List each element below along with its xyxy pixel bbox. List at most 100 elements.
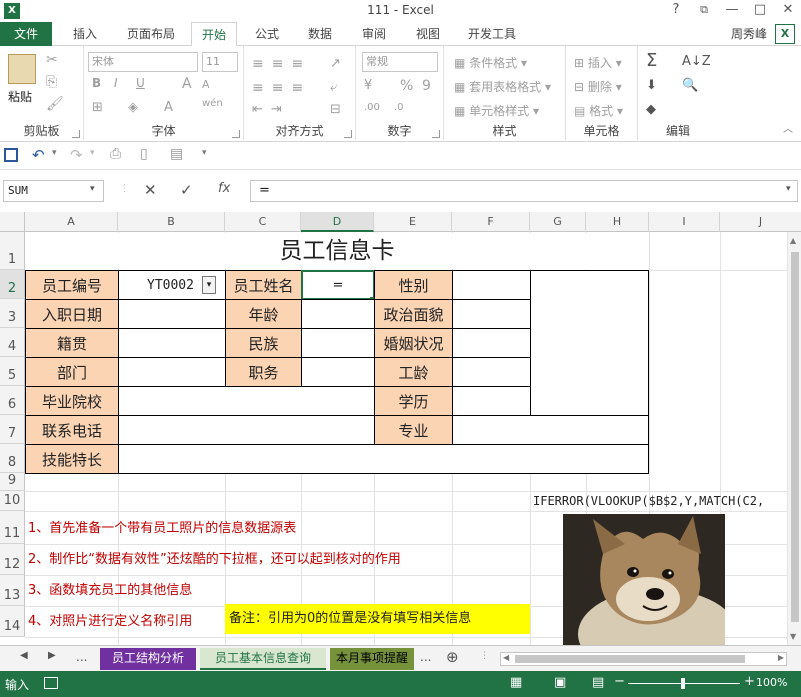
save-icon[interactable] <box>4 148 18 162</box>
font-color-icon[interactable]: A <box>164 100 173 115</box>
font-name-combo[interactable]: 宋体 <box>88 52 198 72</box>
sheet-tab-reminder[interactable]: 本月事项提醒 <box>330 648 414 670</box>
italic-button[interactable]: I <box>114 76 118 90</box>
department-value[interactable] <box>118 357 226 387</box>
sheets-right-ellipsis[interactable]: ... <box>420 650 431 664</box>
format-painter-icon[interactable]: 🖌 <box>46 96 64 112</box>
marital-status-value[interactable] <box>452 328 531 358</box>
column-header[interactable]: F <box>452 212 530 232</box>
tab-formulas[interactable]: 公式 <box>245 22 289 46</box>
wrap-text-icon[interactable]: ⤶ <box>330 80 337 95</box>
column-header[interactable]: G <box>530 212 586 232</box>
macro-record-icon[interactable] <box>44 677 58 689</box>
photo-cell[interactable] <box>530 270 649 416</box>
row-header[interactable]: 6 <box>0 386 25 415</box>
label-native-place[interactable]: 籍贯 <box>25 328 119 358</box>
remark-cell[interactable]: 备注：引用为0的位置是没有填写相关信息 <box>225 604 530 634</box>
tab-home[interactable]: 开始 <box>191 22 237 47</box>
political-status-value[interactable] <box>452 299 531 329</box>
underline-button[interactable]: U <box>136 76 145 90</box>
next-sheet-icon[interactable]: ▶ <box>48 650 56 661</box>
expand-formula-icon[interactable]: ▾ <box>786 184 791 194</box>
column-header[interactable]: B <box>118 212 225 232</box>
note-4[interactable]: 4、对照片进行定义名称引用 <box>28 610 192 629</box>
tab-insert[interactable]: 插入 <box>60 22 110 46</box>
column-header-selected[interactable]: D <box>301 212 374 232</box>
gender-value[interactable] <box>452 270 531 300</box>
redo-dropdown-icon[interactable]: ▾ <box>90 148 95 158</box>
font-size-combo[interactable]: 11 <box>202 52 238 72</box>
note-3[interactable]: 3、函数填充员工的其他信息 <box>28 579 192 598</box>
customize-qat-icon[interactable]: ▾ <box>202 148 207 158</box>
autosum-button[interactable]: Σ <box>646 50 657 71</box>
currency-icon[interactable]: ¥ <box>364 78 372 93</box>
school-value[interactable] <box>118 386 375 416</box>
redo-icon[interactable]: ↷ <box>70 146 83 164</box>
row-header[interactable]: 14 <box>0 606 25 637</box>
number-launcher-icon[interactable] <box>432 130 440 138</box>
column-header[interactable]: C <box>225 212 301 232</box>
insert-cells-button[interactable]: ⊞ 插入 ▾ <box>574 54 622 71</box>
age-value[interactable] <box>301 299 375 329</box>
select-all-corner[interactable] <box>0 212 25 232</box>
zoom-slider-thumb[interactable] <box>681 678 685 689</box>
employee-id-dropdown-icon[interactable]: ▾ <box>202 276 216 294</box>
row-header[interactable]: 10 <box>0 491 25 511</box>
column-header[interactable]: A <box>25 212 118 232</box>
scroll-up-icon[interactable]: ▲ <box>790 236 796 245</box>
shrink-font-button[interactable]: A <box>202 78 210 91</box>
bold-button[interactable]: B <box>92 76 101 90</box>
tab-split-icon[interactable]: ⋮ <box>480 651 489 661</box>
column-header[interactable]: E <box>374 212 452 232</box>
phone-value[interactable] <box>118 415 375 445</box>
label-political-status[interactable]: 政治面貌 <box>374 299 453 329</box>
name-box-dropdown-icon[interactable]: ▾ <box>90 184 95 194</box>
paste-button[interactable]: 粘贴 <box>8 88 32 105</box>
tab-view[interactable]: 视图 <box>405 22 451 46</box>
sheet-tab-structure[interactable]: 员工结构分析 <box>100 648 196 670</box>
undo-icon[interactable]: ↶ <box>32 146 45 164</box>
row-header[interactable]: 4 <box>0 328 25 357</box>
skills-value[interactable] <box>118 444 649 474</box>
close-button[interactable]: ✕ <box>775 0 801 22</box>
cell-styles-button[interactable]: ▦ 单元格样式 ▾ <box>454 102 539 119</box>
page-layout-view-icon[interactable]: ▣ <box>554 675 566 690</box>
phonetic-button[interactable]: wén <box>202 98 223 109</box>
delete-cells-button[interactable]: ⊟ 删除 ▾ <box>574 78 622 95</box>
seniority-value[interactable] <box>452 357 531 387</box>
comma-button[interactable]: 9 <box>422 78 431 94</box>
copy-icon[interactable]: ⎘ <box>46 74 57 90</box>
tab-developer[interactable]: 开发工具 <box>459 22 525 46</box>
label-education[interactable]: 学历 <box>374 386 453 416</box>
tab-data[interactable]: 数据 <box>297 22 343 46</box>
label-age[interactable]: 年龄 <box>225 299 302 329</box>
increase-decimal-icon[interactable]: .00 <box>364 102 380 113</box>
alignment-launcher-icon[interactable] <box>344 130 352 138</box>
label-school[interactable]: 毕业院校 <box>25 386 119 416</box>
label-employee-id[interactable]: 员工编号 <box>25 270 119 300</box>
font-launcher-icon[interactable] <box>232 130 240 138</box>
help-button[interactable]: ? <box>663 0 689 22</box>
conditional-format-button[interactable]: ▦ 条件格式 ▾ <box>454 54 527 71</box>
form-icon[interactable]: ▤ <box>170 146 183 162</box>
scroll-thumb[interactable] <box>791 252 799 622</box>
zoom-in-icon[interactable]: + <box>744 674 755 689</box>
row-header[interactable]: 11 <box>0 511 25 544</box>
note-1[interactable]: 1、首先准备一个带有员工照片的信息数据源表 <box>28 517 296 536</box>
label-marital-status[interactable]: 婚姻状况 <box>374 328 453 358</box>
native-place-value[interactable] <box>118 328 226 358</box>
h-scroll-thumb[interactable] <box>515 655 745 663</box>
horizontal-align-icons[interactable]: ≡≡≡ <box>252 80 311 96</box>
label-department[interactable]: 部门 <box>25 357 119 387</box>
maximize-button[interactable]: □ <box>747 0 773 22</box>
major-value[interactable] <box>452 415 649 445</box>
row-header[interactable]: 1 <box>0 232 25 270</box>
column-header[interactable]: I <box>649 212 720 232</box>
vertical-scrollbar[interactable]: ▲ ▼ <box>787 232 801 645</box>
collapse-ribbon-icon[interactable]: ︿ <box>783 120 793 135</box>
row-header[interactable]: 12 <box>0 544 25 575</box>
horizontal-scrollbar[interactable]: ◀ ▶ <box>500 652 787 666</box>
employee-name-active-cell[interactable]: = <box>301 270 375 300</box>
borders-icon[interactable]: ⊞ <box>92 100 103 115</box>
scroll-left-icon[interactable]: ◀ <box>503 653 509 662</box>
